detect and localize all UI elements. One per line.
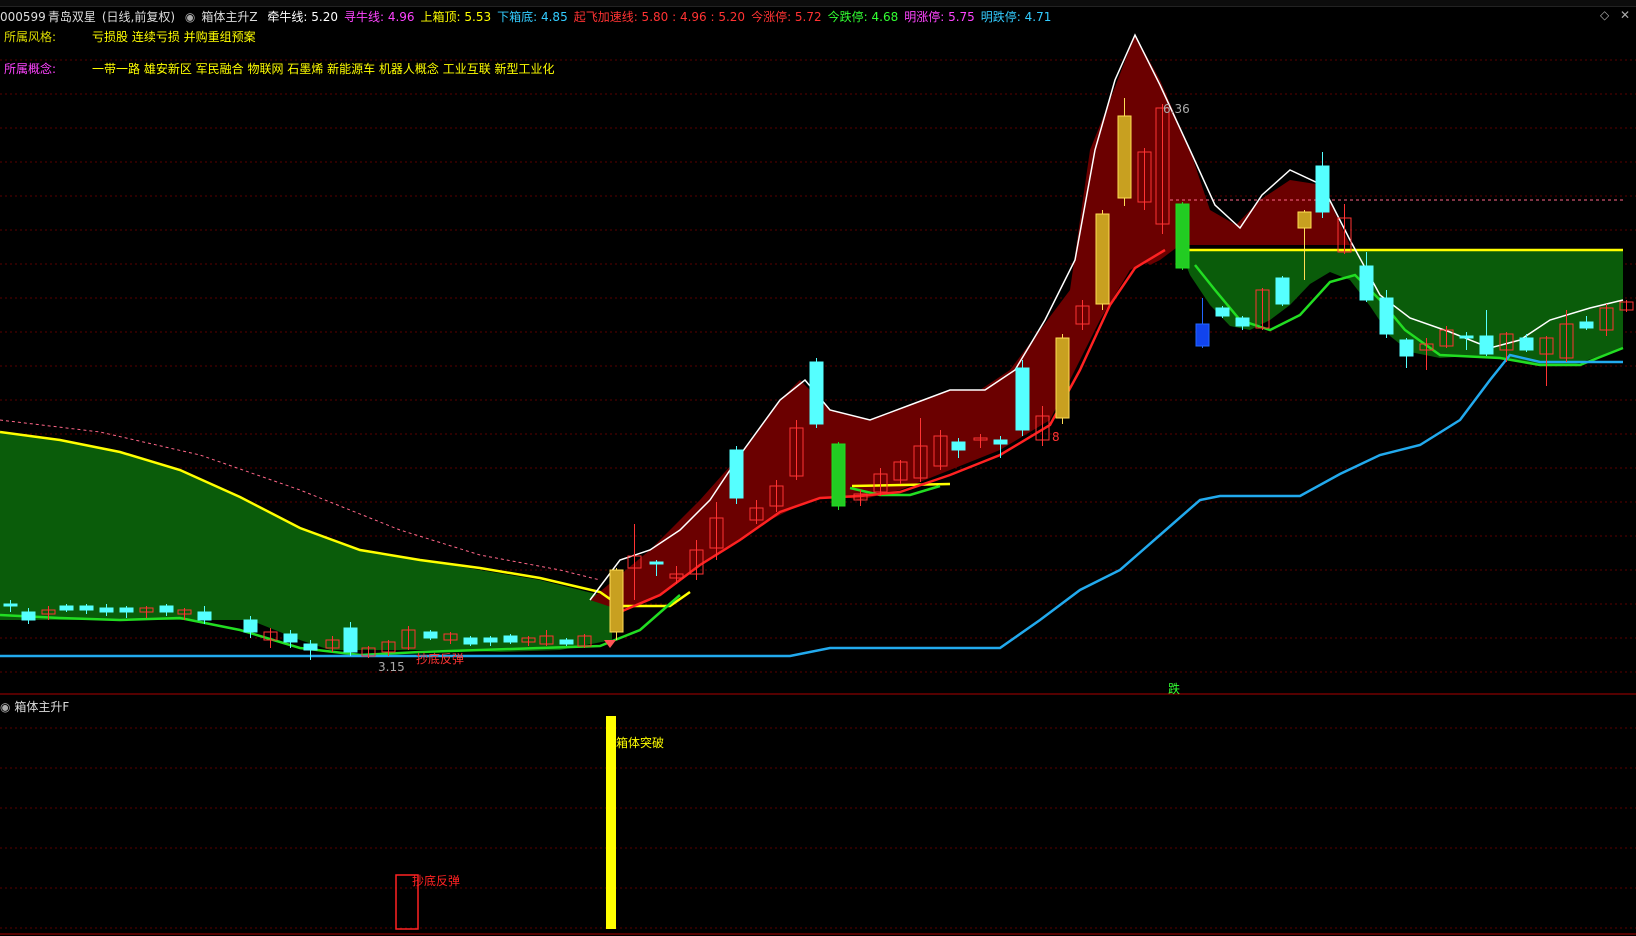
candle-body (1275, 277, 1290, 305)
candle-body (59, 605, 74, 611)
header-field: 起飞加速线: 5.80 : 4.96 : 5.20 (573, 10, 746, 24)
concept-label: 所属概念: (4, 62, 57, 76)
circle-icon[interactable]: ◉ (0, 700, 10, 714)
stock-name: 青岛双星 (47, 10, 96, 24)
candle-body (243, 619, 258, 633)
candle-body (119, 607, 134, 613)
chart-canvas (0, 33, 1636, 935)
candle-body (1235, 317, 1250, 327)
indicator-fields: 牵牛线: 5.20 寻牛线: 4.96 上箱顶: 5.53 下箱底: 4.85 起飞加速… (267, 10, 1057, 24)
high-price-label: 6.36 (1163, 102, 1190, 116)
fall-annotation: 跌 (1168, 682, 1181, 696)
rebound-label: 抄底反弹 (412, 874, 461, 888)
candle-body (343, 627, 358, 653)
candle-body (303, 643, 318, 651)
header-field: 今跌停: 4.68 (827, 10, 899, 24)
candle-body (1015, 367, 1030, 431)
candle-body (423, 631, 438, 639)
header-field: 下箱底: 4.85 (497, 10, 568, 24)
candle-body (283, 633, 298, 643)
candle-body (1095, 213, 1110, 305)
candle-body (649, 561, 664, 565)
header-field: 明涨停: 5.75 (904, 10, 975, 24)
header-field: 明跌停: 4.71 (980, 10, 1052, 24)
candle-body (1117, 115, 1132, 199)
candle-body (1175, 203, 1190, 269)
candle-body (1379, 297, 1394, 335)
candle-body (1315, 165, 1330, 213)
candle-body (1459, 335, 1474, 339)
candle-body (197, 611, 212, 621)
candle-body (99, 607, 114, 613)
candle-body (1215, 307, 1230, 317)
candle-body (159, 605, 174, 613)
style-label: 所属风格: (4, 30, 57, 44)
candle-body (993, 439, 1008, 445)
candle-body (503, 635, 518, 643)
header-field: 今涨停: 5.72 (751, 10, 822, 24)
candle-body (1479, 335, 1494, 355)
candle-body (463, 637, 478, 645)
candle-body (1359, 265, 1374, 301)
stock-code: 000599 (0, 10, 46, 24)
header-field: 寻牛线: 4.96 (343, 10, 415, 24)
candle-body (729, 449, 744, 499)
candle-body (21, 611, 36, 621)
candle-body (609, 569, 624, 633)
sub-panel-title[interactable]: ◉ 箱体主升F (0, 698, 69, 715)
candle-body (951, 441, 966, 451)
candle-body (559, 639, 574, 645)
breakout-bar (606, 716, 616, 929)
low-price-label: 3.15 (378, 660, 405, 674)
sub-panel-name: 箱体主升F (14, 700, 70, 714)
concept-value: 一带一路 雄安新区 军民融合 物联网 石墨烯 新能源车 机器人概念 工业互联 新… (92, 62, 555, 76)
candle-body (1195, 323, 1210, 347)
candle-body (483, 637, 498, 643)
candle-body (3, 603, 18, 607)
candle-body (809, 361, 824, 425)
header-field: 上箱顶: 5.53 (420, 10, 492, 24)
candle-body (79, 605, 94, 611)
candle-body (1055, 337, 1070, 419)
candle-body (1297, 211, 1312, 229)
candle-body (1399, 339, 1414, 357)
candle-body (1579, 321, 1594, 329)
header-field: 牵牛线: 5.20 (267, 10, 338, 24)
header-bar: 000599 青岛双星 (日线,前复权) ◉ 箱体主升Z 牵牛线: 5.20 寻牛线: … (0, 8, 1063, 24)
period: (日线,前复权) (101, 10, 176, 24)
indicator-name[interactable]: 箱体主升Z (201, 10, 257, 24)
rebound-annotation: 抄底反弹 (416, 652, 465, 666)
circle-icon[interactable]: ◉ (185, 10, 195, 24)
style-value: 亏损股 连续亏损 并购重组预案 (92, 30, 256, 44)
signal-number: 8 (1052, 430, 1060, 444)
candle-body (831, 443, 846, 507)
breakout-label: 箱体突破 (616, 736, 665, 750)
candle-body (1519, 337, 1534, 351)
